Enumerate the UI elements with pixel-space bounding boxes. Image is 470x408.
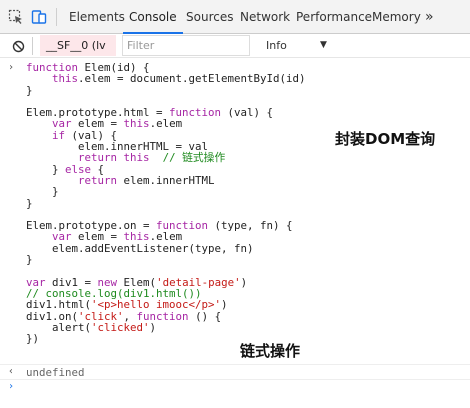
console-result-entry: ‹ undefined (0, 364, 470, 379)
code-token: this (123, 117, 150, 131)
code-token: ) (221, 298, 228, 312)
code-line: this.elem = document.getElementById(id) (26, 73, 470, 84)
code-token: ) (240, 275, 248, 289)
code-token: this (123, 151, 150, 165)
console-input-entry: › function Elem(id) { this.elem = docume… (0, 62, 470, 344)
result-text: undefined (26, 366, 85, 379)
annotation-dom-wrap: 封装DOM查询 (335, 130, 436, 148)
tab-elements[interactable]: Elements (69, 0, 125, 34)
code-token: () { (188, 309, 222, 323)
code-line: } (26, 197, 470, 209)
console-prompt-line[interactable]: › (0, 379, 470, 396)
annotation-chain-ops: 链式操作 (240, 342, 301, 360)
tab-performance[interactable]: Performance (296, 0, 372, 34)
code-token: }) (26, 332, 40, 346)
filter-input[interactable] (122, 35, 250, 56)
toolbar-divider (56, 8, 57, 26)
code-token: .elem = document.getElementById(id) (78, 72, 306, 86)
no-entry-icon[interactable] (10, 34, 26, 58)
chevron-down-icon[interactable]: ▼ (320, 35, 327, 56)
console-filterbar: __SF__0 (lv Info ▼ (0, 34, 470, 58)
code-token: elem.addEventListener(type, fn) (26, 241, 254, 255)
code-token: ) (149, 320, 157, 334)
code-line: elem.addEventListener(type, fn) (26, 243, 470, 254)
code-line: } (26, 254, 470, 265)
element-picker-icon[interactable] (6, 0, 26, 34)
filterbar-divider (32, 37, 33, 55)
code-token: (type, fn) { (208, 219, 293, 233)
new-input-prompt-icon: › (8, 381, 15, 392)
code-block: function Elem(id) { this.elem = document… (0, 62, 470, 344)
tab-network[interactable]: Network (240, 0, 290, 34)
tab-memory[interactable]: Memory (372, 0, 421, 34)
code-token: this (52, 72, 79, 86)
code-line: alert('clicked') (26, 322, 470, 333)
devtools-tabbar: Elements Console Sources Network Perform… (0, 0, 470, 34)
code-token: 'clicked' (91, 320, 150, 334)
more-tabs-chevron-icon[interactable]: » (425, 0, 434, 34)
tab-console[interactable]: Console (123, 0, 183, 34)
input-prompt-icon: › (8, 62, 15, 73)
code-line: } (26, 186, 470, 197)
code-line: } (26, 84, 470, 96)
code-token: // 链式操作 (162, 151, 226, 165)
device-toolbar-icon[interactable] (29, 0, 49, 34)
context-selector[interactable]: __SF__0 (lv (40, 35, 116, 56)
code-token: (val) { (221, 106, 274, 120)
code-line: return elem.innerHTML (26, 175, 470, 186)
code-token: elem.innerHTML (117, 173, 215, 187)
code-token: .elem (149, 117, 183, 131)
result-prompt-icon: ‹ (8, 366, 15, 377)
log-level-dropdown[interactable]: Info (266, 35, 287, 56)
console-panel: › function Elem(id) { this.elem = docume… (0, 58, 470, 408)
code-token: return (78, 173, 118, 187)
tab-sources[interactable]: Sources (186, 0, 233, 34)
